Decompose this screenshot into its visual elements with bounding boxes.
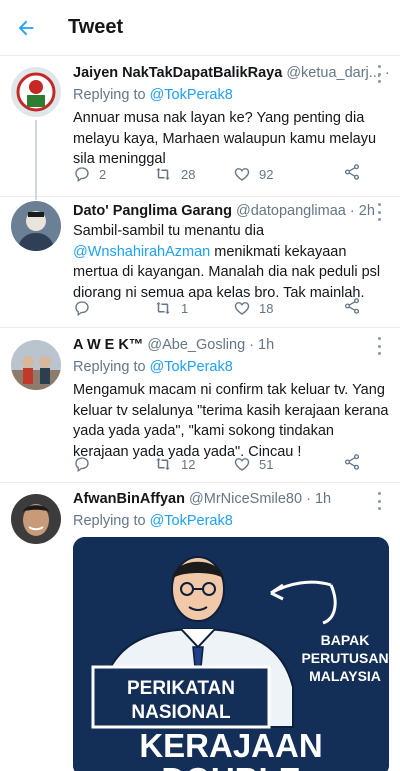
replying-to: Replying to @TokPerak8 [73, 511, 390, 531]
reply-count: 2 [99, 166, 107, 182]
like-count: 18 [259, 300, 274, 316]
reply-icon [75, 167, 89, 183]
separator-dot: · [249, 337, 255, 353]
tweet-text-part: Sambil-sambil tu menantu dia [73, 223, 265, 239]
author-handle[interactable]: @datopanglimaa [236, 203, 346, 219]
retweet-count: 1 [181, 300, 189, 316]
retweet-button[interactable]: 1 [153, 299, 233, 317]
retweet-count: 12 [181, 456, 196, 472]
separator-dot: · [306, 491, 311, 507]
tweet-media-image[interactable]: BAPAK PERUTUSAN MALAYSIA PERIKATAN NASIO… [73, 537, 389, 771]
replying-to: Replying to @TokPerak8 [73, 85, 390, 105]
heart-icon [234, 302, 250, 315]
poster-headline: KERAJAAN [139, 727, 322, 764]
author-name[interactable]: Jaiyen NakTakDapatBalikRaya [73, 65, 282, 81]
reply-tweet[interactable]: A W E K™ @Abe_Gosling · 1h Replying to @… [0, 328, 400, 483]
share-icon [344, 297, 360, 314]
more-options-button[interactable] [372, 65, 386, 83]
tweet-text: Sambil-sambil tu menantu dia @Wnshahirah… [73, 221, 390, 303]
timestamp: 1h [314, 491, 332, 507]
tweet-text: Annuar musa nak layan ke? Yang penting d… [73, 110, 377, 167]
back-arrow-icon [18, 20, 34, 35]
reply-tweet[interactable]: Dato' Panglima Garang @datopanglimaa · 2… [0, 197, 400, 328]
replying-label: Replying to [73, 359, 146, 375]
retweet-icon [156, 458, 170, 470]
more-options-button[interactable] [372, 337, 386, 355]
retweet-icon [156, 168, 170, 180]
poster-headline: DOUBLE [161, 761, 300, 771]
like-button[interactable]: 18 [233, 299, 313, 317]
replying-to: Replying to @TokPerak8 [73, 357, 390, 377]
share-button[interactable] [343, 163, 363, 186]
mention-link[interactable]: @WnshahirahAzman [73, 244, 210, 260]
retweet-count: 28 [181, 166, 196, 182]
share-icon [344, 163, 360, 180]
like-button[interactable]: 92 [233, 165, 313, 183]
thread-line [35, 120, 37, 200]
share-button[interactable] [343, 453, 363, 476]
mention-link[interactable]: @TokPerak8 [150, 359, 233, 375]
poster-banner-line: PERIKATAN [127, 678, 235, 699]
poster-caption-line: PERUTUSAN [301, 650, 388, 666]
author-handle[interactable]: @MrNiceSmile80 [189, 491, 302, 507]
replying-label: Replying to [73, 513, 146, 529]
avatar[interactable] [11, 494, 61, 544]
like-count: 51 [259, 456, 274, 472]
avatar[interactable] [11, 201, 61, 251]
reply-tweet[interactable]: Jaiyen NakTakDapatBalikRaya @ketua_darj.… [0, 56, 400, 200]
reply-icon [75, 301, 89, 317]
like-count: 92 [259, 166, 274, 182]
separator-dot: · [349, 203, 355, 219]
author-handle[interactable]: @ketua_darj... [286, 65, 381, 81]
timestamp: 1h [258, 337, 275, 353]
top-bar: Tweet [0, 0, 400, 56]
poster-banner-line: NASIONAL [131, 702, 231, 723]
retweet-button[interactable]: 12 [153, 455, 233, 473]
back-button[interactable] [0, 0, 52, 56]
share-icon [344, 453, 360, 470]
share-button[interactable] [343, 297, 363, 320]
tweet-text: Mengamuk macam ni confirm tak keluar tv.… [73, 382, 389, 460]
poster-caption-line: BAPAK [321, 632, 370, 648]
heart-icon [234, 458, 250, 471]
avatar[interactable] [11, 340, 61, 390]
avatar[interactable] [11, 67, 61, 117]
more-options-button[interactable] [372, 492, 386, 510]
mention-link[interactable]: @TokPerak8 [150, 87, 233, 103]
more-options-button[interactable] [372, 203, 386, 221]
mention-link[interactable]: @TokPerak8 [150, 513, 233, 529]
author-name[interactable]: A W E K™ [73, 337, 143, 353]
reply-button[interactable] [73, 299, 153, 317]
reply-icon [75, 457, 89, 473]
reply-button[interactable]: 2 [73, 165, 153, 183]
retweet-button[interactable]: 28 [153, 165, 233, 183]
author-name[interactable]: Dato' Panglima Garang [73, 203, 232, 219]
poster-caption-line: MALAYSIA [309, 668, 381, 684]
replying-label: Replying to [73, 87, 146, 103]
heart-icon [234, 168, 250, 181]
author-handle[interactable]: @Abe_Gosling [147, 337, 245, 353]
like-button[interactable]: 51 [233, 455, 313, 473]
reply-button[interactable] [73, 455, 153, 473]
page-title: Tweet [68, 16, 124, 38]
retweet-icon [156, 302, 170, 314]
author-name[interactable]: AfwanBinAffyan [73, 491, 185, 507]
